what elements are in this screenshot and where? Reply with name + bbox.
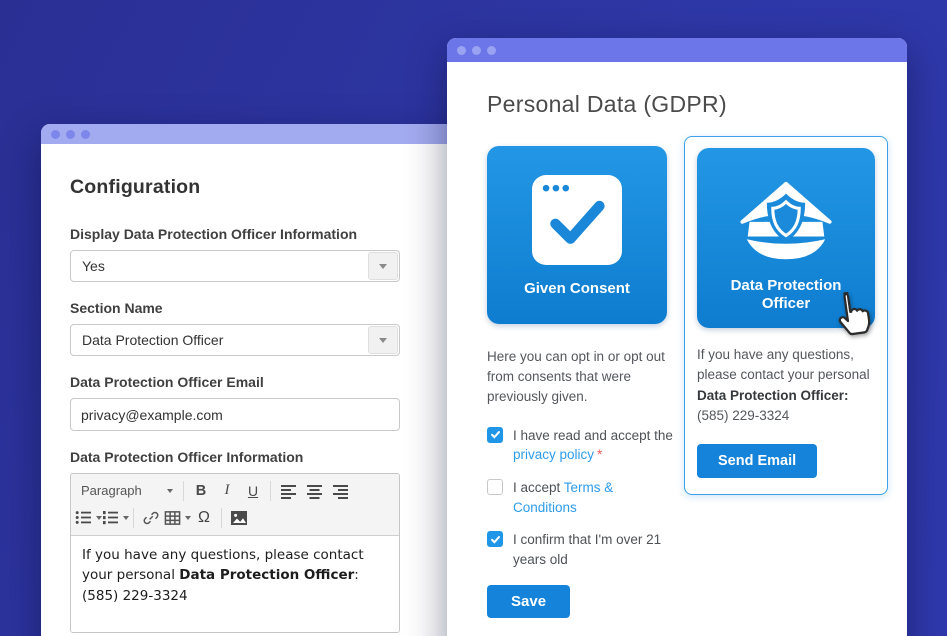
align-left-icon [280, 483, 297, 499]
consent-intro-text: Here you can opt in or opt out from cons… [487, 347, 671, 407]
special-character-button[interactable]: Ω [191, 506, 217, 530]
privacy-policy-checkbox-row[interactable]: I have read and accept the privacy polic… [487, 426, 675, 465]
editor-content-area[interactable]: If you have any questions, please contac… [71, 536, 399, 632]
align-left-button[interactable] [275, 479, 301, 503]
gdpr-window: Personal Data (GDPR) Given Consent Here … [447, 38, 907, 636]
display-info-label: Display Data Protection Officer Informat… [70, 226, 432, 242]
consent-check-icon [532, 175, 622, 265]
italic-button[interactable]: I [214, 479, 240, 503]
dpo-contact-text: If you have any questions, please contac… [697, 345, 877, 426]
hand-cursor-icon [831, 289, 873, 343]
police-cap-icon [735, 180, 837, 262]
insert-link-button[interactable] [138, 506, 164, 530]
terms-checkbox-row[interactable]: I accept Terms & Conditions [487, 478, 675, 517]
window-control-dot[interactable] [51, 130, 60, 139]
link-icon [142, 509, 160, 527]
save-button[interactable]: Save [487, 585, 570, 618]
select-value: Yes [71, 258, 367, 274]
window-control-dot[interactable] [487, 46, 496, 55]
checkbox[interactable] [487, 479, 503, 495]
tile-label: Given Consent [502, 280, 652, 298]
checkbox-label: I accept Terms & Conditions [513, 478, 675, 517]
privacy-policy-link[interactable]: privacy policy [513, 447, 594, 462]
select-value: Data Protection Officer [71, 332, 367, 348]
check-icon [490, 534, 501, 545]
checkbox-label: I confirm that I'm over 21 years old [513, 530, 675, 569]
dpo-phone-number: (585) 229-3324 [697, 408, 789, 423]
align-center-button[interactable] [301, 479, 327, 503]
display-info-select[interactable]: Yes [70, 250, 400, 282]
chevron-down-icon [379, 264, 387, 269]
align-right-icon [332, 483, 349, 499]
age-confirm-checkbox-row[interactable]: I confirm that I'm over 21 years old [487, 530, 675, 569]
chevron-down-icon [379, 338, 387, 343]
dpo-email-label: Data Protection Officer Email [70, 374, 432, 390]
image-icon [230, 510, 248, 526]
window-titlebar[interactable] [41, 124, 461, 144]
paragraph-style-value: Paragraph [81, 483, 142, 498]
bullet-list-icon [75, 510, 92, 525]
bold-button[interactable]: B [188, 479, 214, 503]
rich-text-editor: Paragraph B I U [70, 473, 400, 633]
section-name-label: Section Name [70, 300, 432, 316]
numbered-list-button[interactable] [102, 506, 129, 530]
section-name-select[interactable]: Data Protection Officer [70, 324, 400, 356]
checkbox-label: I have read and accept the privacy polic… [513, 426, 675, 465]
bullet-list-button[interactable] [75, 506, 102, 530]
page-title: Personal Data (GDPR) [487, 91, 867, 118]
editor-toolbar: Paragraph B I U [71, 474, 399, 536]
select-dropdown-button[interactable] [368, 252, 398, 280]
align-right-button[interactable] [327, 479, 353, 503]
checkbox[interactable] [487, 427, 503, 443]
underline-button[interactable]: U [240, 479, 266, 503]
dpo-email-input[interactable] [70, 398, 400, 431]
page-title: Configuration [70, 176, 432, 199]
required-asterisk: * [597, 447, 602, 462]
window-control-dot[interactable] [457, 46, 466, 55]
select-dropdown-button[interactable] [368, 326, 398, 354]
configuration-window: Configuration Display Data Protection Of… [41, 124, 461, 636]
insert-table-button[interactable] [164, 506, 191, 530]
chevron-down-icon [123, 516, 129, 520]
window-control-dot[interactable] [472, 46, 481, 55]
window-control-dot[interactable] [66, 130, 75, 139]
align-center-icon [306, 483, 323, 499]
dpo-information-label: Data Protection Officer Information [70, 449, 432, 465]
insert-image-button[interactable] [226, 506, 252, 530]
chevron-down-icon [167, 489, 173, 493]
given-consent-tile[interactable]: Given Consent [487, 146, 667, 324]
window-control-dot[interactable] [81, 130, 90, 139]
check-icon [490, 429, 501, 440]
table-icon [164, 510, 181, 526]
send-email-button[interactable]: Send Email [697, 444, 817, 478]
paragraph-style-dropdown[interactable]: Paragraph [75, 479, 179, 503]
checkbox[interactable] [487, 531, 503, 547]
window-titlebar[interactable] [447, 38, 907, 62]
numbered-list-icon [102, 510, 119, 525]
